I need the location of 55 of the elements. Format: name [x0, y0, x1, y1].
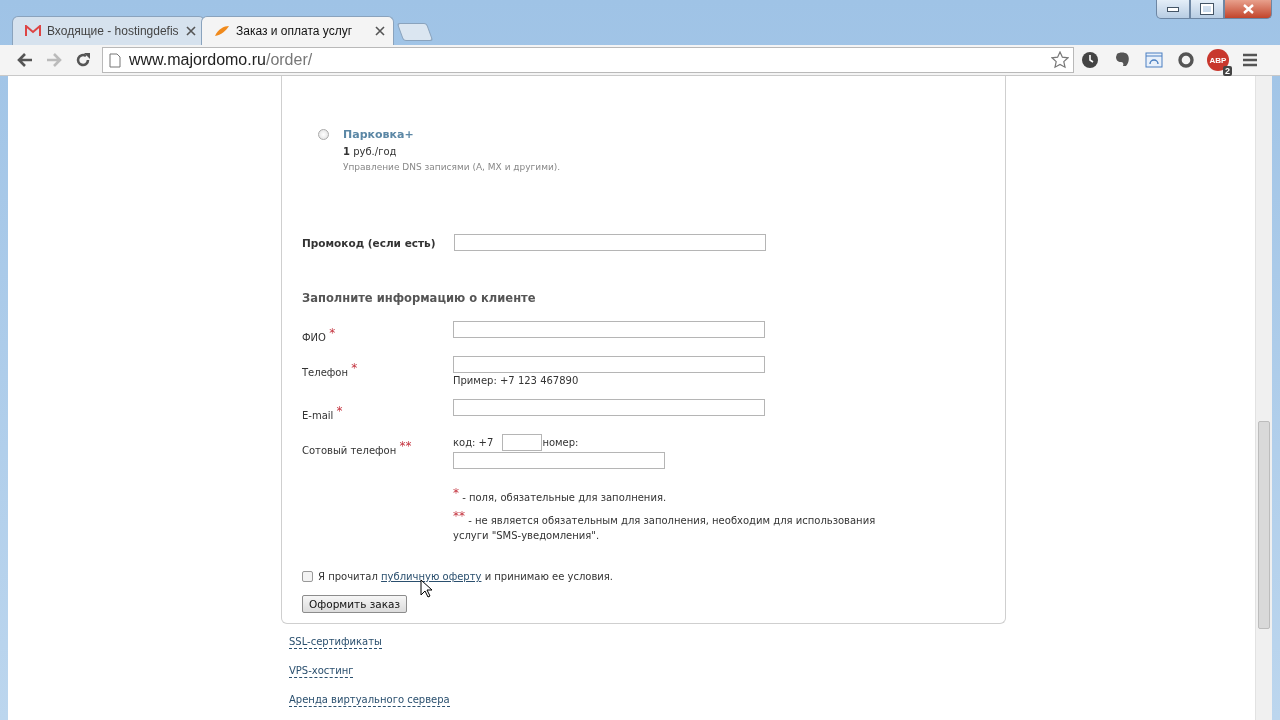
star-icon[interactable] [1051, 51, 1069, 69]
checkbox[interactable] [302, 571, 313, 582]
reload-icon[interactable] [74, 52, 91, 68]
offer-link[interactable]: публичную оферту [381, 571, 482, 582]
code-label: код: +7 [453, 437, 494, 448]
required-mark: * [336, 404, 343, 418]
close-icon [1242, 4, 1254, 14]
text-field[interactable] [453, 399, 765, 416]
scrollbar-thumb[interactable] [1258, 421, 1270, 629]
maximize-button[interactable] [1190, 0, 1224, 19]
required-mark: ** [399, 439, 412, 453]
field-hint: Пример: +7 123 467890 [453, 375, 580, 386]
clock-icon[interactable] [1081, 51, 1099, 69]
browser-tab[interactable]: Заказ и оплата услуг [201, 16, 394, 45]
url-path: /order/ [265, 51, 313, 68]
field-label: ФИО [302, 332, 326, 343]
option-title: Парковка+ [343, 128, 415, 141]
url-host: www.majordomo.ru [129, 51, 266, 68]
menu-icon[interactable] [1242, 53, 1258, 67]
promo-code-field[interactable] [454, 234, 766, 251]
price-unit: руб./год [353, 146, 397, 157]
dashboard-window-icon[interactable] [1145, 52, 1163, 68]
ring-icon[interactable] [1177, 51, 1195, 69]
minimize-button[interactable] [1156, 0, 1190, 19]
number-label: номер: [542, 437, 579, 448]
count-badge: 2 [1223, 66, 1232, 76]
close-button[interactable] [1224, 0, 1272, 19]
price-value: 1 [343, 146, 350, 157]
text-field[interactable] [453, 356, 765, 373]
required-mark: * [351, 361, 358, 375]
footer-link[interactable]: Аренда виртуального сервера [289, 693, 450, 707]
footer-link[interactable]: SSL-сертификаты [289, 635, 382, 649]
close-icon[interactable] [375, 26, 385, 36]
mail-icon [25, 25, 41, 37]
field-label: Телефон [302, 367, 348, 378]
text-field[interactable] [453, 321, 765, 338]
back-arrow-icon[interactable] [16, 53, 33, 67]
agreement-text: Я прочитал публичную оферту и принимаю ее условия. [318, 571, 613, 582]
radio-button[interactable] [318, 129, 329, 140]
address-bar[interactable]: www.majordomo.ru/order/ [102, 47, 1074, 73]
field-label: E-mail [302, 410, 334, 421]
tab-title: Входящие - hostingdefis [47, 24, 180, 38]
option-description: Управление DNS записями (A, MX и другими). [343, 162, 561, 172]
code-field[interactable] [502, 434, 543, 451]
tab-title: Заказ и оплата услуг [236, 24, 354, 38]
required-mark: * [329, 326, 336, 340]
footer-link[interactable]: VPS-хостинг [289, 664, 354, 678]
field-label: Сотовый телефон [302, 445, 397, 456]
submit-order-button[interactable]: Оформить заказ [302, 595, 408, 613]
close-icon[interactable] [186, 26, 196, 36]
page-icon [109, 52, 121, 68]
site-icon [214, 25, 230, 37]
field-label: Промокод (если есть) [302, 236, 437, 249]
section-heading: Заполните информацию о клиенте [302, 291, 537, 305]
phone-number-field[interactable] [453, 452, 665, 469]
